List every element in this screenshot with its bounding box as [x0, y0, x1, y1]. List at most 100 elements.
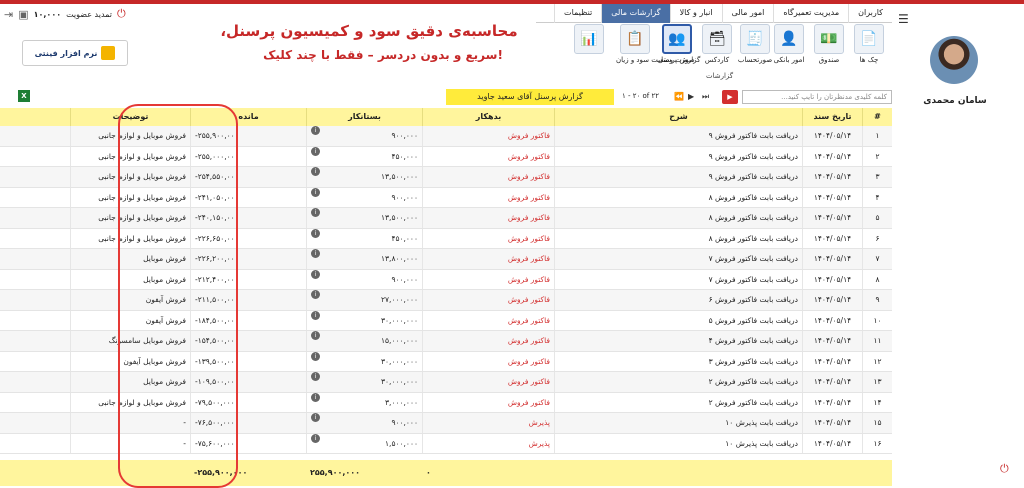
tab-inventory[interactable]: انبار و کالا: [669, 4, 722, 23]
row-description: دریافت بابت فاکتور فروش ۹: [554, 126, 802, 146]
power-icon[interactable]: ⏻: [117, 7, 126, 21]
info-icon[interactable]: i: [311, 187, 320, 197]
info-icon[interactable]: i: [311, 146, 320, 156]
col-notes[interactable]: توضیحات: [70, 108, 190, 126]
checks-button[interactable]: 📄 چک ها: [850, 24, 888, 72]
row-balance: -۷۹,۵۰۰,۰۰۰: [190, 392, 306, 412]
next-page-icon[interactable]: ⏭: [702, 92, 709, 102]
renew-membership-link[interactable]: تمدید عضویت: [66, 10, 112, 19]
profit-loss-button[interactable]: 📋 صورت وضعیت سود و زیان: [616, 24, 695, 72]
info-icon[interactable]: i: [311, 167, 320, 176]
personnel-report-button[interactable]: 👥 گزارش پرسنل: [658, 24, 700, 72]
excel-export-icon[interactable]: X: [18, 90, 30, 102]
balance-value: ۱۰,۰۰۰: [33, 9, 62, 19]
info-icon[interactable]: i: [311, 433, 320, 443]
table-row[interactable]: ۱۶ ۱۴۰۴/۰۵/۱۴ دریافت بابت پذیرش ۱۰ پذیرش i ۱,…: [0, 433, 892, 454]
table-row[interactable]: ۵ ۱۴۰۴/۰۵/۱۴ دریافت بابت فاکتور فروش ۸ فاکت…: [0, 208, 892, 229]
cardex-button[interactable]: 🗃 کاردکس: [698, 24, 736, 72]
play-icon[interactable]: ▶: [722, 90, 738, 104]
col-credit[interactable]: بستانکار: [306, 108, 422, 126]
table-row[interactable]: ۸ ۱۴۰۴/۰۵/۱۴ دریافت بابت فاکتور فروش ۷ فاکت…: [0, 269, 892, 290]
info-icon[interactable]: i: [311, 269, 320, 279]
row-debit: فاکتور فروش: [422, 392, 554, 412]
row-description: دریافت بابت فاکتور فروش ۸: [554, 228, 802, 248]
row-balance: -۲۵۵,۹۰۰,۰۰۰: [190, 126, 306, 146]
row-balance: -۲۴۱,۰۵۰,۰۰۰: [190, 187, 306, 207]
row-balance: -۷۶,۵۰۰,۰۰۰: [190, 413, 306, 433]
table-row[interactable]: ۴ ۱۴۰۴/۰۵/۱۴ دریافت بابت فاکتور فروش ۸ فاکت…: [0, 187, 892, 208]
search-input[interactable]: کلمه کلیدی مدنظرتان را تایپ کنید...: [742, 90, 892, 104]
row-date: ۱۴۰۴/۰۵/۱۴: [802, 167, 862, 187]
first-page-icon[interactable]: ⏪: [674, 92, 684, 101]
table-row[interactable]: ۱ ۱۴۰۴/۰۵/۱۴ دریافت بابت فاکتور فروش ۹ فاکت…: [0, 126, 892, 147]
table-row[interactable]: ۳ ۱۴۰۴/۰۵/۱۴ دریافت بابت فاکتور فروش ۹ فاکت…: [0, 167, 892, 188]
info-icon[interactable]: i: [311, 372, 320, 381]
row-notes: فروش موبایل و لوازم جانبی: [70, 392, 190, 412]
row-notes: فروش موبایل و لوازم جانبی: [70, 208, 190, 228]
row-description: دریافت بابت پذیرش ۱۰: [554, 433, 802, 453]
row-credit: i ۱۳,۸۰۰,۰۰۰: [306, 249, 422, 269]
row-debit: فاکتور فروش: [422, 167, 554, 187]
table-row[interactable]: ۱۵ ۱۴۰۴/۰۵/۱۴ دریافت بابت پذیرش ۱۰ پذیرش i ۹۰…: [0, 413, 892, 434]
info-icon[interactable]: i: [311, 208, 320, 217]
row-debit: فاکتور فروش: [422, 310, 554, 330]
credit-value: ۳۰,۰۰۰,۰۰۰: [381, 377, 418, 386]
row-notes: -: [70, 413, 190, 433]
table-row[interactable]: ۲ ۱۴۰۴/۰۵/۱۴ دریافت بابت فاکتور فروش ۹ فاکت…: [0, 146, 892, 167]
table-row[interactable]: ۱۱ ۱۴۰۴/۰۵/۱۴ دریافت بابت فاکتور فروش ۴ فاک…: [0, 331, 892, 352]
info-icon[interactable]: i: [311, 290, 320, 299]
row-notes: فروش موبایل: [70, 372, 190, 392]
table-row[interactable]: ۱۲ ۱۴۰۴/۰۵/۱۴ دریافت بابت فاکتور فروش ۳ فاک…: [0, 351, 892, 372]
banking-button[interactable]: 👤 امور بانکی: [770, 24, 808, 72]
row-debit: فاکتور فروش: [422, 290, 554, 310]
table-row[interactable]: ۱۴ ۱۴۰۴/۰۵/۱۴ دریافت بابت فاکتور فروش ۲ فاک…: [0, 392, 892, 413]
info-icon[interactable]: i: [311, 392, 320, 402]
row-description: دریافت بابت فاکتور فروش ۷: [554, 269, 802, 289]
table-row[interactable]: ۱۰ ۱۴۰۴/۰۵/۱۴ دریافت بابت فاکتور فروش ۵ فاک…: [0, 310, 892, 331]
prev-page-icon[interactable]: ▶: [688, 92, 694, 101]
col-num[interactable]: #: [862, 108, 892, 126]
row-number: ۸: [862, 269, 892, 289]
col-debit[interactable]: بدهکار: [422, 108, 554, 126]
row-date: ۱۴۰۴/۰۵/۱۴: [802, 187, 862, 207]
profit-loss-icon: 📋: [620, 24, 650, 54]
tab-users[interactable]: کاربران: [848, 4, 892, 23]
extra-report-button[interactable]: 📊: [570, 24, 608, 72]
cardex-icon: 🗃: [702, 24, 732, 54]
power-icon[interactable]: ⏻: [1000, 462, 1009, 476]
info-icon[interactable]: i: [311, 228, 320, 238]
cashbox-icon: 💵: [814, 24, 844, 54]
row-number: ۹: [862, 290, 892, 310]
info-icon[interactable]: i: [311, 126, 320, 135]
table-row[interactable]: ۷ ۱۴۰۴/۰۵/۱۴ دریافت بابت فاکتور فروش ۷ فاکت…: [0, 249, 892, 270]
table-header: # تاریخ سند شرح بدهکار بستانکار مانده تو…: [0, 108, 892, 126]
account-strip: ⇥ ▣ ۱۰,۰۰۰ تمدید عضویت ⏻: [0, 4, 140, 24]
statement-button[interactable]: 🧾 صورتحساب: [736, 24, 774, 72]
table-row[interactable]: ۹ ۱۴۰۴/۰۵/۱۴ دریافت بابت فاکتور فروش ۶ فاکت…: [0, 290, 892, 311]
extra-icon: 📊: [574, 24, 604, 54]
col-description[interactable]: شرح: [554, 108, 802, 126]
info-icon[interactable]: i: [311, 413, 320, 422]
row-balance: -۱۰۹,۵۰۰,۰۰۰: [190, 372, 306, 392]
row-number: ۵: [862, 208, 892, 228]
row-description: دریافت بابت فاکتور فروش ۲: [554, 392, 802, 412]
cashbox-button[interactable]: 💵 صندوق: [810, 24, 848, 72]
table-row[interactable]: ۱۳ ۱۴۰۴/۰۵/۱۴ دریافت بابت فاکتور فروش ۲ فاک…: [0, 372, 892, 393]
row-debit: فاکتور فروش: [422, 249, 554, 269]
debit-total: ۰: [426, 468, 431, 477]
row-debit: فاکتور فروش: [422, 372, 554, 392]
info-icon[interactable]: i: [311, 331, 320, 340]
tab-settings[interactable]: تنظیمات: [554, 4, 601, 23]
info-icon[interactable]: i: [311, 310, 320, 320]
logout-icon[interactable]: ⇥: [4, 8, 13, 21]
info-icon[interactable]: i: [311, 351, 320, 361]
tab-repair-management[interactable]: مدیریت تعمیرگاه: [773, 4, 848, 23]
row-balance: -۲۵۴,۵۵۰,۰۰۰: [190, 167, 306, 187]
tab-financial-reports[interactable]: گزارشات مالی: [601, 4, 670, 23]
menu-icon[interactable]: ☰: [898, 12, 909, 26]
table-row[interactable]: ۶ ۱۴۰۴/۰۵/۱۴ دریافت بابت فاکتور فروش ۸ فاکت…: [0, 228, 892, 249]
col-balance[interactable]: مانده: [190, 108, 306, 126]
col-date[interactable]: تاریخ سند: [802, 108, 862, 126]
tab-finance[interactable]: امور مالی: [721, 4, 774, 23]
info-icon[interactable]: i: [311, 249, 320, 258]
